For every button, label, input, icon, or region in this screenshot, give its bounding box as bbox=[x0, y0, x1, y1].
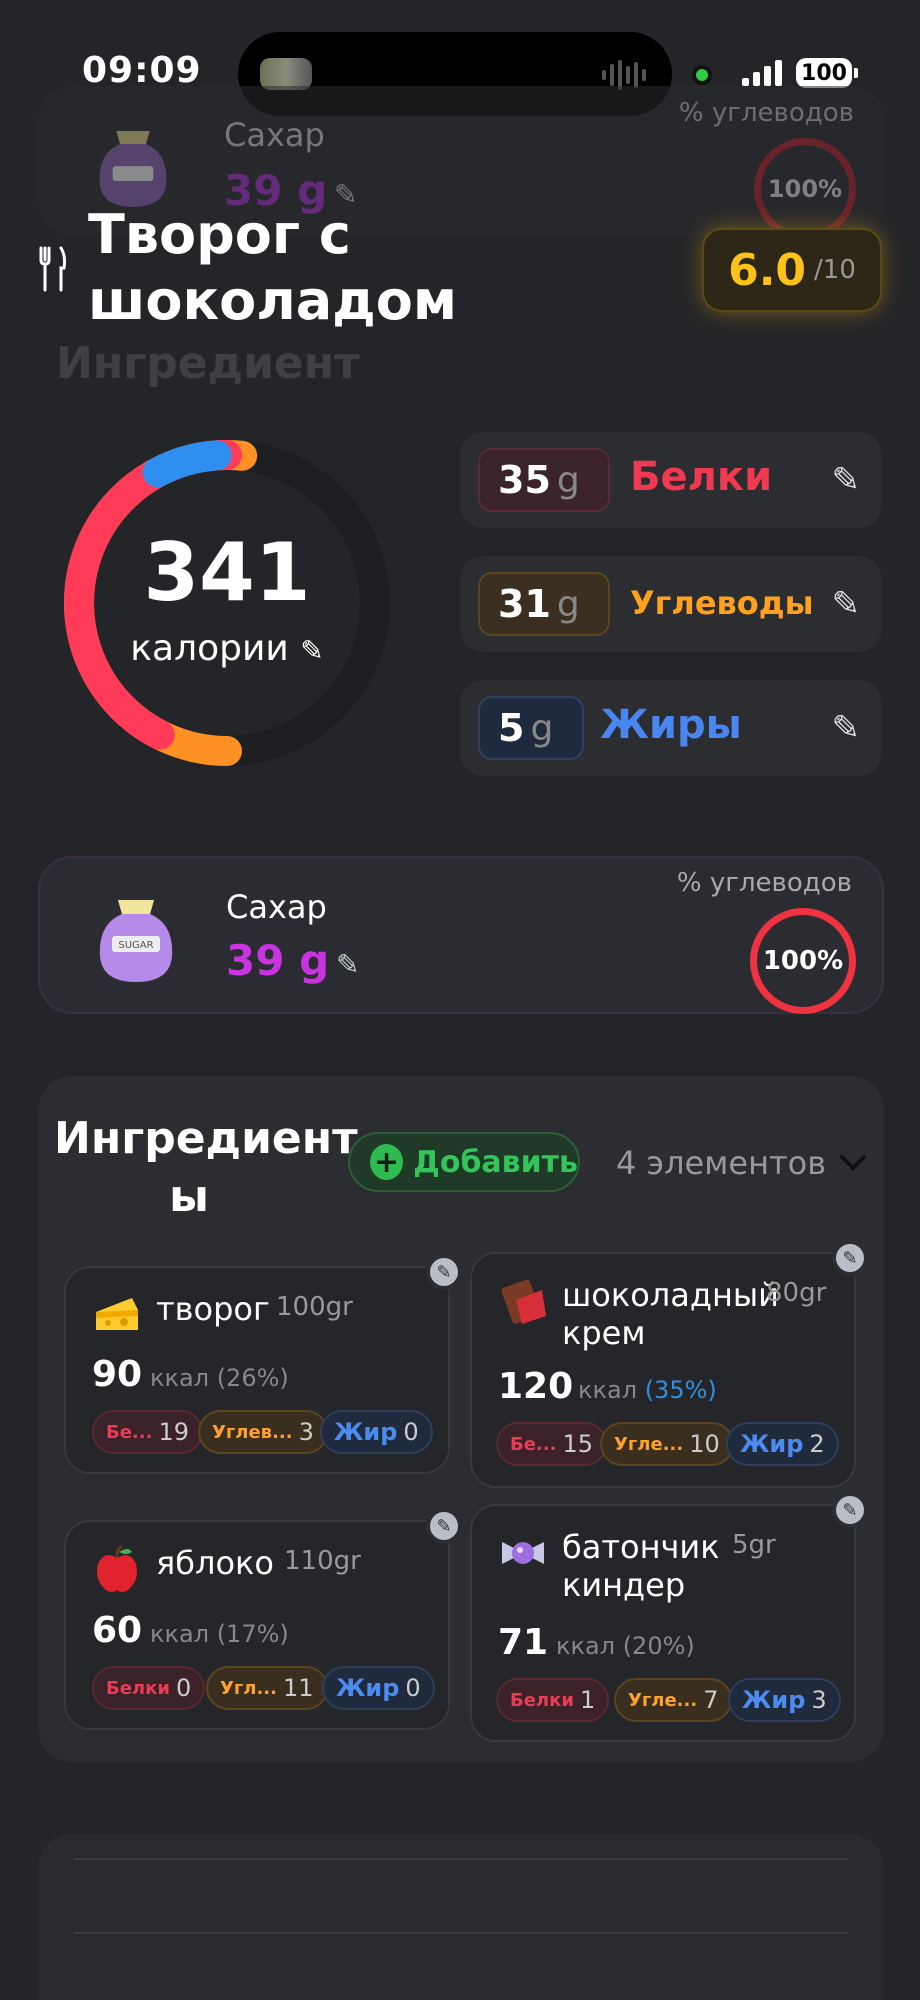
pencil-icon[interactable]: ✎ bbox=[336, 948, 359, 981]
ghost-ingredients-heading: Ингредиент bbox=[56, 338, 360, 389]
sugar-name: Сахар bbox=[226, 888, 327, 926]
ingredient-card[interactable]: ✎ творог 100gr 90 ккал (26%) Бе... 19 Угл… bbox=[64, 1254, 462, 1474]
calories-value: 341 bbox=[143, 526, 311, 619]
bottom-card bbox=[38, 1834, 884, 2000]
fat-chip: Жир 0 bbox=[322, 1666, 435, 1710]
divider bbox=[74, 1932, 848, 1934]
protein-chip: Бе... 19 bbox=[92, 1410, 203, 1454]
sugar-card[interactable]: SUGAR Сахар 39 g ✎ % углеводов 100% bbox=[38, 856, 884, 1014]
protein-chip: Бе... 15 bbox=[496, 1422, 607, 1466]
pencil-icon: ✎ bbox=[300, 634, 324, 667]
carbs-chip: Угл... 11 bbox=[206, 1666, 328, 1710]
fat-chip: Жир 3 bbox=[728, 1678, 841, 1722]
fat-badge: 5g bbox=[478, 696, 584, 760]
pencil-icon[interactable]: ✎ bbox=[832, 460, 861, 500]
ingredients-count: 4 элементов bbox=[616, 1144, 827, 1182]
divider bbox=[74, 1858, 848, 1860]
camera-indicator-icon bbox=[692, 65, 712, 85]
ghost-percent-ring: 100% bbox=[754, 138, 856, 240]
ingredient-weight: 100gr bbox=[276, 1292, 353, 1322]
ingredient-card[interactable]: ✎ шоколадный крем 80gr 120 ккал (35%) Бе.… bbox=[470, 1240, 868, 1488]
ingredients-panel: Ингредиент ы + Добавить 4 элементов ✎ тв… bbox=[38, 1076, 884, 1762]
ingredient-kcal: 90 bbox=[92, 1354, 143, 1395]
fat-chip: Жир 2 bbox=[726, 1422, 839, 1466]
protein-badge: 35 g bbox=[478, 448, 610, 512]
ingredient-weight: 110gr bbox=[284, 1546, 361, 1576]
meal-title: Творог с шоколадом bbox=[88, 203, 458, 332]
pencil-icon[interactable]: ✎ bbox=[832, 584, 861, 624]
chevron-down-icon[interactable] bbox=[838, 1148, 868, 1178]
carbs-chip: Угле... 7 bbox=[614, 1678, 733, 1722]
edit-pencil-icon[interactable]: ✎ bbox=[832, 1492, 868, 1528]
ingredient-kcal: 120 bbox=[498, 1366, 574, 1407]
plus-icon: + bbox=[370, 1144, 404, 1180]
macro-row-protein[interactable]: 35 g Белки ✎ bbox=[460, 432, 882, 528]
ingredient-card[interactable]: ✎ яблоко 110gr 60 ккал (17%) Белки 0 Угл.… bbox=[64, 1508, 462, 1730]
health-score-badge[interactable]: 6.0 /10 bbox=[702, 228, 882, 312]
health-score-value: 6.0 bbox=[728, 244, 807, 296]
carbs-chip: Углев... 3 bbox=[198, 1410, 328, 1454]
sugar-grams: 39 g bbox=[226, 936, 330, 985]
ingredient-kcal-unit: ккал (26%) bbox=[150, 1364, 289, 1392]
ingredient-name: шоколадный крем bbox=[562, 1276, 779, 1352]
svg-text:SUGAR: SUGAR bbox=[118, 940, 153, 951]
edit-pencil-icon[interactable]: ✎ bbox=[832, 1240, 868, 1276]
protein-label: Белки bbox=[630, 454, 773, 500]
ingredient-kcal: 60 bbox=[92, 1610, 143, 1651]
candy-icon bbox=[502, 1542, 544, 1564]
carbs-chip: Угле... 10 bbox=[600, 1422, 734, 1466]
macro-row-carbs[interactable]: 31 g Углеводы ✎ bbox=[460, 556, 882, 652]
protein-chip: Белки 0 bbox=[92, 1666, 206, 1710]
pencil-icon[interactable]: ✎ bbox=[832, 708, 861, 748]
ingredient-weight: 5gr bbox=[732, 1530, 776, 1560]
ingredient-kcal: 71 bbox=[498, 1622, 549, 1663]
health-score-max: /10 bbox=[814, 255, 856, 285]
sugar-sack-icon: SUGAR bbox=[99, 900, 173, 982]
sugar-sack-icon bbox=[99, 131, 167, 207]
fat-chip: Жир 0 bbox=[320, 1410, 433, 1454]
ingredient-kcal-unit: ккал (35%) bbox=[578, 1376, 717, 1404]
edit-pencil-icon[interactable]: ✎ bbox=[426, 1508, 462, 1544]
ingredient-weight: 80gr bbox=[766, 1278, 827, 1308]
chocolate-icon bbox=[501, 1279, 546, 1324]
ingredient-name: творог bbox=[156, 1290, 270, 1328]
cheese-icon bbox=[96, 1298, 138, 1330]
protein-chip: Белки 1 bbox=[496, 1678, 610, 1722]
carbs-label: Углеводы bbox=[630, 584, 814, 622]
sugar-percent-ring: 100% bbox=[750, 908, 856, 1014]
fat-label: Жиры bbox=[600, 702, 742, 748]
ghost-sugar-name: Сахар bbox=[224, 116, 325, 154]
ingredient-kcal-unit: ккал (17%) bbox=[150, 1620, 289, 1648]
sugar-carb-label: % углеводов bbox=[676, 868, 852, 898]
fork-knife-icon bbox=[39, 246, 67, 292]
apple-icon bbox=[97, 1544, 137, 1592]
ghost-carb-label: % углеводов bbox=[678, 98, 854, 128]
ingredient-card[interactable]: ✎ батончик киндер 5gr 71 ккал (20%) Белки… bbox=[470, 1492, 868, 1742]
add-ingredient-button[interactable]: + Добавить bbox=[348, 1132, 580, 1192]
calories-label[interactable]: калории ✎ bbox=[62, 628, 392, 669]
ingredient-name: яблоко bbox=[156, 1544, 274, 1582]
signal-icon bbox=[742, 56, 784, 86]
status-time: 09:09 bbox=[82, 50, 202, 91]
carbs-badge: 31 g bbox=[478, 572, 610, 636]
ingredients-heading: Ингредиент ы bbox=[54, 1113, 358, 1222]
ingredient-kcal-unit: ккал (20%) bbox=[556, 1632, 695, 1660]
edit-pencil-icon[interactable]: ✎ bbox=[426, 1254, 462, 1290]
battery-icon: 100 bbox=[796, 58, 858, 88]
macro-row-fat[interactable]: 5g Жиры ✎ bbox=[460, 680, 882, 776]
